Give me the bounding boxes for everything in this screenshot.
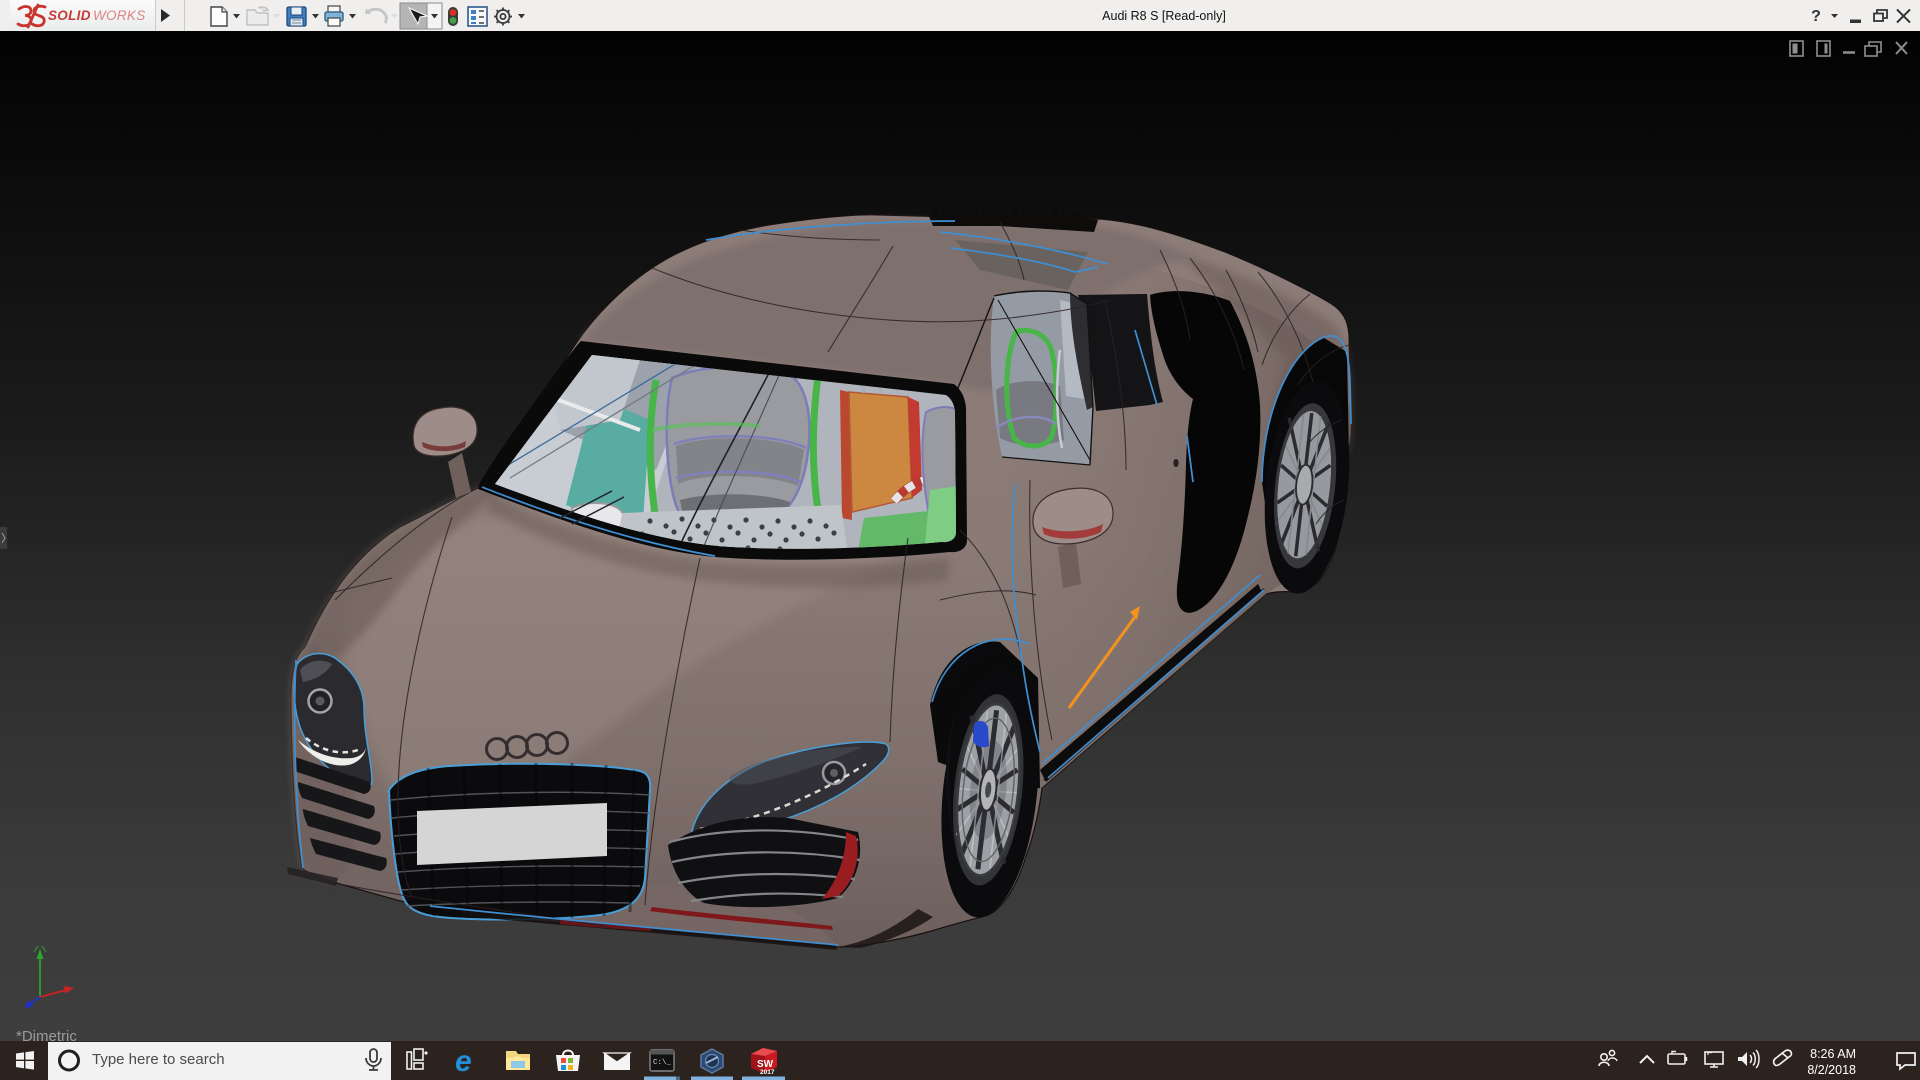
svg-text:*Dimetric: *Dimetric	[16, 1028, 77, 1041]
svg-text:Audi R8 S [Read-only]: Audi R8 S [Read-only]	[1102, 9, 1226, 23]
svg-text:?: ?	[1811, 8, 1821, 25]
svg-text:2017: 2017	[760, 1069, 775, 1076]
svg-text:e: e	[455, 1045, 472, 1078]
svg-text:SOLID: SOLID	[48, 8, 91, 23]
svg-text:8/2/2018: 8/2/2018	[1807, 1063, 1856, 1077]
svg-text:C:\_: C:\_	[653, 1059, 672, 1067]
svg-text:8:26 AM: 8:26 AM	[1810, 1047, 1856, 1061]
svg-text:WORKS: WORKS	[93, 8, 146, 23]
